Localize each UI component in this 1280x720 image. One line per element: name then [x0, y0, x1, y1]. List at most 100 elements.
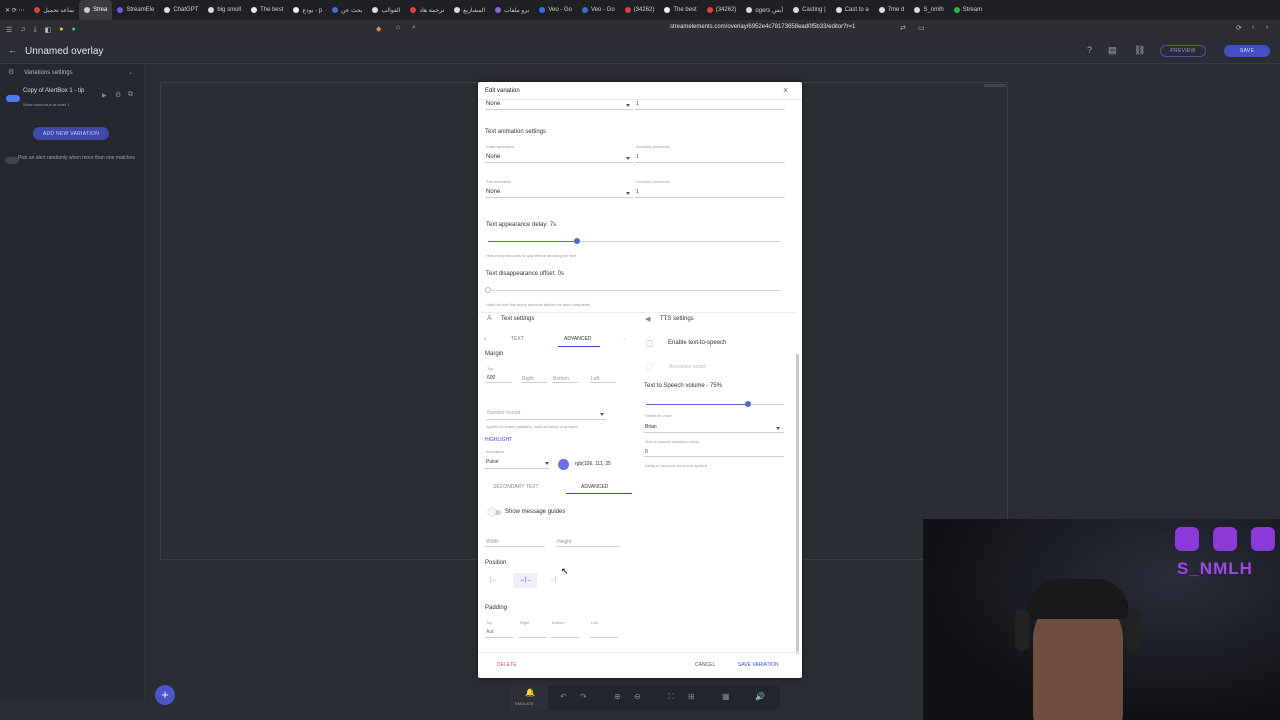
- color-swatch[interactable]: [558, 459, 569, 470]
- tab-advanced-2[interactable]: ADVANCED: [581, 484, 608, 490]
- link-icon[interactable]: ⛓: [1134, 45, 1145, 56]
- tts-delay-input[interactable]: 0: [645, 449, 648, 455]
- forward-icon[interactable]: ›: [1266, 24, 1268, 31]
- add-widget-button[interactable]: +: [155, 685, 175, 705]
- browser-tab[interactable]: ogers أبس: [741, 0, 788, 20]
- browser-tab[interactable]: بحث عن: [327, 0, 367, 20]
- tts-settings-header[interactable]: TTS settings: [660, 316, 694, 322]
- number-format-select[interactable]: Number format: [487, 410, 520, 416]
- modal-scrollbar[interactable]: [796, 354, 799, 654]
- search-icon[interactable]: ⌕: [412, 24, 416, 32]
- top-animation-select[interactable]: None: [486, 101, 500, 107]
- save-button[interactable]: SAVE: [1224, 45, 1270, 57]
- tts-volume-slider[interactable]: [745, 401, 751, 407]
- exit-duration-field[interactable]: 1: [636, 189, 639, 195]
- extension-icon[interactable]: ◧: [45, 26, 52, 34]
- undo-icon[interactable]: ↶: [560, 692, 567, 701]
- menu-icon[interactable]: ☰: [6, 26, 12, 34]
- random-toggle[interactable]: [5, 157, 19, 164]
- download-icon[interactable]: ⤓: [34, 26, 37, 34]
- extension-icon-3[interactable]: ●: [72, 26, 76, 33]
- tab-text[interactable]: TEXT: [511, 336, 524, 342]
- width-input[interactable]: Width: [486, 539, 499, 545]
- delete-button[interactable]: DELETE: [497, 662, 516, 668]
- browser-tab[interactable]: (34262): [702, 0, 742, 20]
- browser-tab[interactable]: ساعد تحميل: [29, 0, 79, 20]
- bookmark-icon[interactable]: ⌂: [396, 24, 400, 31]
- browser-tab[interactable]: StreamEle: [112, 0, 159, 20]
- padding-top-input[interactable]: Aut: [486, 629, 494, 635]
- back-arrow-icon[interactable]: ←: [8, 45, 17, 55]
- browser-tab[interactable]: Casting |: [788, 0, 831, 20]
- zoom-out-icon[interactable]: ⊖: [634, 692, 641, 701]
- browser-tab[interactable]: برو ملفات: [490, 0, 534, 20]
- back-icon[interactable]: ‹: [1252, 24, 1254, 31]
- browser-tab[interactable]: 7me d: [874, 0, 910, 20]
- music-icon[interactable]: ♫: [20, 26, 25, 33]
- enter-duration-field[interactable]: 1: [636, 154, 639, 160]
- copy-icon[interactable]: ⧉: [128, 91, 133, 99]
- browser-tab[interactable]: Cast to a: [831, 0, 874, 20]
- reader-icon[interactable]: ▭: [918, 24, 925, 32]
- add-variation-button[interactable]: ADD NEW VARIATION: [33, 127, 109, 140]
- align-right-icon[interactable]: →|: [549, 577, 557, 583]
- top-duration-field[interactable]: 1: [636, 101, 639, 107]
- play-icon[interactable]: ▶: [102, 92, 107, 99]
- tabs-next-icon[interactable]: ›: [623, 336, 625, 343]
- browser-tab[interactable]: (34262): [620, 0, 660, 20]
- variation-toggle[interactable]: [6, 95, 20, 102]
- browser-tab[interactable]: big smoll: [203, 0, 246, 20]
- reload-icon[interactable]: ⟳: [1236, 24, 1242, 32]
- browser-tab[interactable]: ترجمة هاد: [405, 0, 449, 20]
- gear-icon[interactable]: ⚙: [115, 91, 121, 99]
- text-settings-header[interactable]: Text settings: [501, 316, 534, 322]
- tab-advanced[interactable]: ADVANCED: [564, 336, 591, 342]
- collapse-chevron-icon[interactable]: ⌄: [128, 69, 133, 76]
- tab-secondary-text[interactable]: SECONDARY TEXT: [493, 484, 539, 490]
- browser-tab[interactable]: بودع - p: [288, 0, 327, 20]
- zoom-in-icon[interactable]: ⊕: [614, 692, 621, 701]
- tts-voice-select[interactable]: Brian: [645, 424, 657, 430]
- preview-button[interactable]: PREVIEW: [1160, 45, 1206, 57]
- browser-tab[interactable]: ChatGPT: [159, 0, 203, 20]
- volume-icon[interactable]: 🔊: [755, 692, 765, 701]
- fit-screen-icon[interactable]: ⛶: [668, 692, 674, 702]
- browser-menu-icon[interactable]: ✕ ⟳ ⋯: [0, 0, 29, 20]
- emulate-button[interactable]: 🔔 EMULATE: [510, 686, 548, 710]
- browser-tab[interactable]: Veo - Go: [577, 0, 620, 20]
- height-input[interactable]: Height: [557, 539, 571, 545]
- browser-tab[interactable]: المشاريع: [449, 0, 490, 20]
- redo-icon[interactable]: ↷: [580, 692, 587, 701]
- address-url[interactable]: streamelements.com/overlay/6952e4c781736…: [670, 24, 855, 30]
- announce-checkbox[interactable]: [646, 363, 653, 370]
- extension-icon-2[interactable]: ●: [59, 26, 63, 33]
- center-icon[interactable]: ⊞: [688, 692, 695, 701]
- browser-tab[interactable]: القوالب: [367, 0, 405, 20]
- share-icon[interactable]: ⇄: [900, 24, 906, 32]
- brave-shield-icon[interactable]: ◆: [376, 25, 381, 33]
- browser-tab[interactable]: The best: [659, 0, 701, 20]
- help-icon[interactable]: ?: [1087, 45, 1092, 55]
- grid-icon[interactable]: ▦: [722, 692, 730, 701]
- cancel-button[interactable]: CANCEL: [695, 662, 715, 668]
- close-icon[interactable]: ×: [783, 85, 788, 95]
- browser-tab[interactable]: Veo - Go: [534, 0, 577, 20]
- margin-top-input[interactable]: 600: [487, 375, 495, 381]
- browser-tab[interactable]: Strea: [79, 0, 113, 20]
- browser-tab[interactable]: The best: [246, 0, 288, 20]
- canvas-widget-marker[interactable]: [984, 84, 1006, 87]
- tts-enable-checkbox[interactable]: [646, 340, 653, 347]
- chat-icon[interactable]: ▤: [1108, 45, 1117, 56]
- disappearance-slider[interactable]: [485, 287, 491, 293]
- save-variation-button[interactable]: SAVE VARIATION: [738, 662, 779, 668]
- enter-animation-select[interactable]: None: [486, 154, 500, 160]
- variation-item[interactable]: Copy of AlertBox 1 - tip When amount is …: [4, 86, 140, 108]
- appearance-delay-slider[interactable]: [574, 238, 580, 244]
- overlay-title[interactable]: Unnamed overlay: [25, 46, 103, 57]
- align-left-icon[interactable]: |←: [490, 577, 498, 583]
- highlight-animation-select[interactable]: Pulse: [486, 459, 499, 465]
- tabs-prev-icon[interactable]: ‹: [484, 336, 486, 343]
- browser-tab[interactable]: S_nmlh: [909, 0, 948, 20]
- exit-animation-select[interactable]: None: [486, 189, 500, 195]
- disappearance-track[interactable]: [488, 290, 781, 291]
